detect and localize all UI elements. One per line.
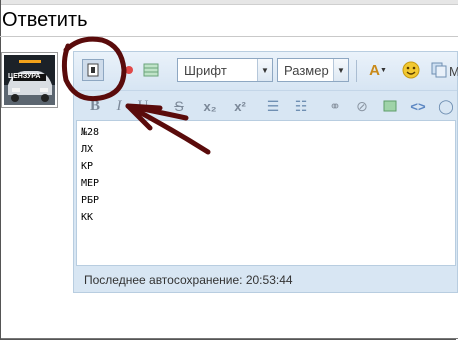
title-divider	[0, 36, 458, 37]
source-mode-icon	[87, 63, 99, 77]
font-select-label: Шрифт	[184, 63, 227, 78]
autosave-status: Последнее автосохранение: 20:53:44	[84, 273, 293, 287]
message-textarea[interactable]: №28 ЛХ КР МЕР РБР КК	[76, 120, 456, 266]
bullet-list-icon: ☰	[266, 97, 280, 114]
code-icon: <>	[410, 98, 426, 114]
italic-button[interactable]: I	[108, 95, 130, 117]
toolbar-secondary: B I U S x₂ x² ☰ ☷ ⚭ ⊘ <> ◯	[74, 90, 457, 121]
unlink-icon: ⊘	[356, 97, 368, 114]
code-button[interactable]: <>	[407, 95, 429, 117]
copy-button[interactable]	[428, 59, 450, 81]
quote-icon: ◯	[438, 97, 454, 114]
red-dot-button[interactable]	[118, 59, 140, 81]
text-line: КК	[81, 212, 94, 223]
link-button[interactable]: ⚭	[324, 95, 346, 117]
numbered-list-button[interactable]: ☷	[290, 95, 312, 117]
avatar: ЦЕНЗУРА	[1, 52, 58, 108]
font-color-icon: A	[369, 61, 380, 79]
smiley-icon	[402, 61, 420, 79]
text-line: МЕР	[81, 178, 100, 189]
image-icon	[383, 100, 397, 112]
superscript-button[interactable]: x²	[229, 95, 251, 117]
unlink-button[interactable]: ⊘	[351, 95, 373, 117]
record-icon	[125, 66, 133, 74]
text-line: ЛХ	[81, 144, 94, 155]
chevron-down-icon: ▼	[257, 59, 272, 81]
bullet-list-button[interactable]: ☰	[262, 95, 284, 117]
quote-button[interactable]: ◯	[435, 95, 457, 117]
chevron-down-icon: ▼	[333, 59, 348, 81]
font-color-button[interactable]: A ▼	[364, 59, 392, 81]
link-icon: ⚭	[329, 97, 341, 114]
source-mode-button[interactable]	[82, 59, 104, 81]
table-icon	[143, 63, 159, 77]
text-line: РБР	[81, 195, 100, 206]
strikethrough-button[interactable]: S	[168, 95, 190, 117]
table-button[interactable]	[140, 59, 162, 81]
font-size-select[interactable]: Размер ▼	[277, 58, 349, 82]
subscript-button[interactable]: x₂	[199, 95, 221, 117]
more-label: M	[449, 64, 458, 79]
bold-button[interactable]: B	[84, 95, 106, 117]
text-line: КР	[81, 161, 94, 172]
numbered-list-icon: ☷	[294, 97, 308, 114]
toolbar-separator	[356, 60, 357, 82]
rich-text-editor: Шрифт ▼ Размер ▼ A ▼ M B I U S x₂ x² ☰ ☷…	[73, 51, 458, 293]
font-family-select[interactable]: Шрифт ▼	[177, 58, 273, 82]
text-line: №28	[81, 127, 100, 138]
smiley-button[interactable]	[400, 59, 422, 81]
copy-icon	[431, 62, 447, 78]
image-button[interactable]	[379, 95, 401, 117]
underline-button[interactable]: U	[132, 95, 154, 117]
avatar-censor-label: ЦЕНЗУРА	[8, 73, 41, 80]
page-title: Ответить	[2, 9, 88, 31]
size-select-label: Размер	[284, 63, 329, 78]
toolbar-primary: Шрифт ▼ Размер ▼ A ▼ M	[74, 52, 458, 90]
